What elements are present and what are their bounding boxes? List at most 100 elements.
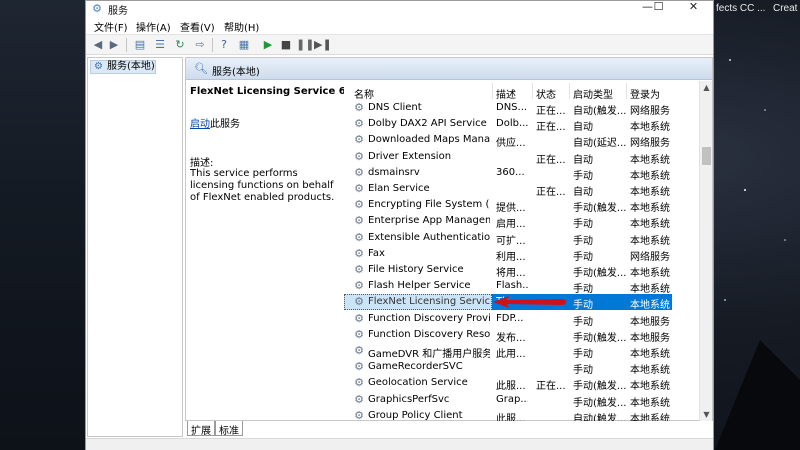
table-row[interactable]: ⚙ Flash Helper Service Flash... 手动 本地系统 <box>344 278 700 296</box>
service-gear-icon: ⚙ <box>354 149 364 163</box>
column-header-description[interactable]: 描述 <box>496 86 516 101</box>
service-gear-icon: ⚙ <box>354 230 364 244</box>
service-gear-icon: ⚙ <box>354 327 364 341</box>
service-startup-type: 手动 <box>573 365 593 377</box>
vertical-scrollbar[interactable]: ▲ ▼ <box>699 81 712 421</box>
toolbar: ◀ ▶ ▤ ☰ ↻ ⇨ ? ▦ ▶ ■ ❚❚ ▶❚ <box>86 34 713 55</box>
service-status: 正在... <box>536 154 566 166</box>
maximize-button[interactable]: ☐ <box>642 1 675 15</box>
service-startup-type: 手动 <box>573 316 593 328</box>
service-gear-icon: ⚙ <box>354 376 364 390</box>
column-divider[interactable] <box>569 83 570 99</box>
service-name: Group Policy Client <box>368 409 463 421</box>
service-description: DNS... <box>496 102 528 113</box>
service-name: DNS Client <box>368 102 422 113</box>
selected-service-name: FlexNet Licensing Service 64 <box>190 86 353 97</box>
table-row[interactable]: ⚙ Geolocation Service 此服... 正在... 手动(触发... 本地… <box>344 375 700 393</box>
service-gear-icon: ⚙ <box>354 198 364 212</box>
stop-service-icon[interactable]: ■ <box>278 37 294 53</box>
start-service-link[interactable]: 启动 <box>190 115 210 130</box>
table-row[interactable]: ⚙ Extensible Authentication ... 可扩... 手动 本地系… <box>344 230 700 247</box>
column-divider[interactable] <box>492 83 493 99</box>
tab-standard[interactable]: 标准 <box>215 421 243 437</box>
menu-help[interactable]: 帮助(H) <box>224 19 259 34</box>
service-gear-icon: ⚙ <box>354 360 364 374</box>
service-startup-type: 手动(触发... <box>573 332 627 344</box>
service-log-on-as: 本地系统 <box>630 365 670 377</box>
scrollbar-thumb[interactable] <box>702 147 711 165</box>
table-row[interactable]: ⚙ DNS Client DNS... 正在... 自动(触发... 网络服务 <box>344 100 700 118</box>
service-log-on-as: 本地系统 <box>630 235 670 247</box>
table-row[interactable]: ⚙ Downloaded Maps Manager 供应... 自动(延迟...网络服… <box>344 132 700 150</box>
service-gear-icon: ⚙ <box>354 295 364 309</box>
close-button[interactable]: ✕ <box>677 1 710 15</box>
export-list-icon[interactable]: ⇨ <box>192 37 208 53</box>
table-row[interactable]: ⚙ Function Discovery Resour... 发布... 手动(触发.… <box>344 327 700 344</box>
properties-list-icon[interactable]: ☰ <box>152 37 168 53</box>
column-divider[interactable] <box>532 83 533 99</box>
table-row[interactable]: ⚙ GameRecorderSVC 手动 本地系统 <box>344 359 700 377</box>
menu-file[interactable]: 文件(F) <box>94 19 128 34</box>
table-row[interactable]: ⚙ File History Service 将用... 手动(触发... 本地系统 <box>344 262 700 280</box>
table-row[interactable]: ⚙ Encrypting File System (EFS) 提供... 手动(触发.… <box>344 197 700 215</box>
service-startup-type: 自动 <box>573 187 593 198</box>
service-log-on-as: 本地系统 <box>630 397 670 409</box>
column-header-status[interactable]: 状态 <box>536 86 556 101</box>
forward-arrow-icon[interactable]: ▶ <box>106 37 122 53</box>
service-startup-type: 手动 <box>573 284 593 296</box>
menu-action[interactable]: 操作(A) <box>136 19 171 34</box>
table-row[interactable]: ⚙ Dolby DAX2 API Service Dolb... 正在... 自动 本地系… <box>344 116 700 134</box>
tree-item-services-local[interactable]: ⚙ 服务(本地) <box>90 60 156 74</box>
tab-extended[interactable]: 扩展 <box>187 421 215 437</box>
pause-service-icon[interactable]: ❚❚ <box>296 37 314 53</box>
table-row[interactable]: ⚙ Elan Service 正在... 自动 本地系统 <box>344 181 700 199</box>
tree-item-label: 服务(本地) <box>107 61 155 72</box>
refresh-icon[interactable]: ↻ <box>172 37 188 53</box>
service-description: Grap... <box>496 393 528 405</box>
service-startup-type: 自动 <box>573 122 593 134</box>
service-name: Fax <box>368 247 385 259</box>
table-row[interactable]: ⚙ Function Discovery Provide... FDP... 手动 本地… <box>344 311 700 328</box>
console-tree-icon[interactable]: ▤ <box>132 37 148 53</box>
table-row[interactable]: ⚙ Group Policy Client 此服... 自动(触发... 本地系统 <box>344 408 700 421</box>
table-row[interactable]: ⚙ GameDVR 和广播用户服务... 此用... 手动 本地系统 <box>344 343 700 361</box>
service-startup-type: 手动(触发... <box>573 381 627 393</box>
table-row[interactable]: ⚙FlexNet Licensing Service 64Th...手动本地系统 <box>344 294 700 311</box>
service-name: Function Discovery Provide... <box>368 312 490 324</box>
service-description: 此服... <box>496 381 526 393</box>
service-startup-type: 手动(触发... <box>573 397 627 409</box>
table-row[interactable]: ⚙ Fax 利用... 手动 网络服务 <box>344 246 700 263</box>
table-row[interactable]: ⚙ GraphicsPerfSvc Grap... 手动(触发... 本地系统 <box>344 392 700 409</box>
services-window: ⚙ 服务 — ☐ ✕ 文件(F) 操作(A) 查看(V) 帮助(H) ◀ ▶ ▤… <box>85 0 714 450</box>
service-log-on-as: 本地服务 <box>630 332 670 344</box>
scroll-up-arrow-icon[interactable]: ▲ <box>700 81 713 94</box>
service-description: 提供... <box>496 203 526 215</box>
service-log-on-as: 本地服务 <box>630 316 670 328</box>
start-service-suffix: 此服务 <box>210 119 240 130</box>
column-header-name[interactable]: 名称 <box>354 86 374 101</box>
scroll-down-arrow-icon[interactable]: ▼ <box>700 408 713 421</box>
services-gear-icon: ⚙ <box>92 2 102 15</box>
show-hide-pane-icon[interactable]: ▦ <box>236 37 252 53</box>
help-icon[interactable]: ? <box>216 37 232 53</box>
service-name: Flash Helper Service <box>368 280 471 292</box>
back-arrow-icon[interactable]: ◀ <box>90 37 106 53</box>
service-name: Elan Service <box>368 183 430 194</box>
service-description: FDP... <box>496 312 524 324</box>
title-bar[interactable]: ⚙ 服务 — ☐ ✕ <box>86 1 713 17</box>
column-divider[interactable] <box>626 83 627 99</box>
restart-service-icon[interactable]: ▶❚ <box>314 37 332 53</box>
service-gear-icon: ⚙ <box>354 279 364 293</box>
column-header-startup-type[interactable]: 启动类型 <box>573 86 613 101</box>
table-row[interactable]: ⚙ Driver Extension 正在... 自动 本地系统 <box>344 149 700 166</box>
table-row[interactable]: ⚙ dsmainsrv 360... 手动 本地系统 <box>344 165 700 182</box>
start-service-icon[interactable]: ▶ <box>260 37 276 53</box>
service-name: Dolby DAX2 API Service <box>368 118 487 130</box>
table-row[interactable]: ⚙ Enterprise App Manageme... 启用... 手动 本地系统 <box>344 213 700 231</box>
service-log-on-as: 网络服务 <box>630 251 670 263</box>
menu-view[interactable]: 查看(V) <box>180 19 215 34</box>
background-app-label: fects CC ... <box>716 3 766 14</box>
column-header-log-on-as[interactable]: 登录为 <box>630 86 660 101</box>
services-content-pane: 🔍︎ 服务(本地) FlexNet Licensing Service 64 启… <box>185 57 713 421</box>
service-log-on-as: 本地系统 <box>630 170 670 182</box>
